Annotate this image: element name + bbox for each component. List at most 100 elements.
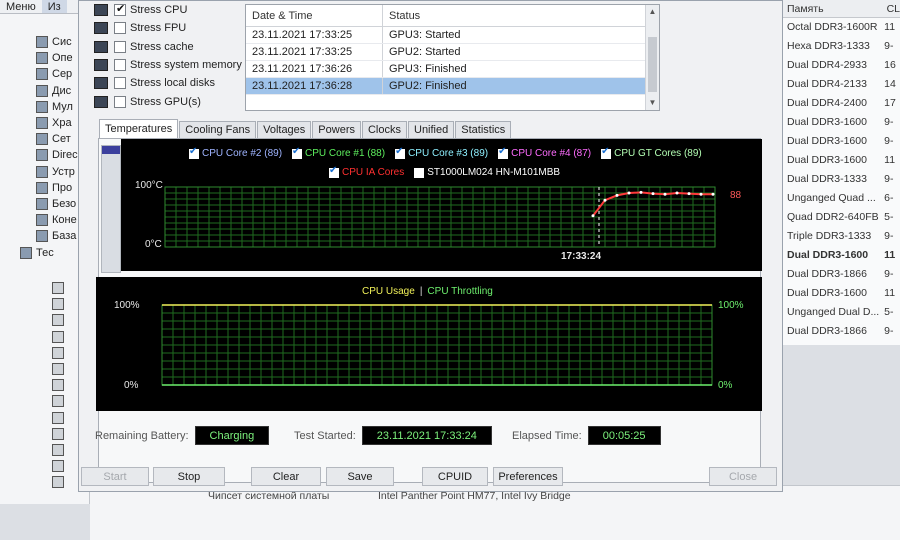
legend-item[interactable]: CPU Core #4 (87)	[498, 146, 591, 159]
log-row[interactable]: 23.11.2021 17:33:25 GPU2: Started	[246, 44, 659, 61]
table-row[interactable]: Hexa DDR3-1333 9-	[783, 37, 900, 56]
column-header-cl[interactable]: CL	[883, 0, 900, 17]
tree-subitem-icon[interactable]	[52, 314, 64, 327]
clear-button[interactable]: Clear	[251, 467, 321, 486]
table-row[interactable]: Triple DDR3-1333 9-	[783, 227, 900, 246]
table-row[interactable]: Dual DDR4-2133 14	[783, 75, 900, 94]
data-point	[603, 198, 607, 202]
tree-subitem-icon[interactable]	[52, 363, 64, 375]
tab-cooling-fans[interactable]: Cooling Fans	[179, 121, 257, 139]
tab-clocks[interactable]: Clocks	[361, 121, 407, 139]
tree-subitem-icon[interactable]	[52, 395, 64, 408]
tab-powers[interactable]: Powers	[312, 121, 361, 139]
close-button[interactable]: Close	[709, 467, 777, 486]
stress-checkbox[interactable]	[114, 95, 126, 108]
table-row[interactable]: Dual DDR3-1600 9-	[783, 132, 900, 151]
tree-item-icon	[36, 149, 48, 162]
legend-item[interactable]: ST1000LM024 HN-M101MBB	[414, 167, 560, 178]
cl-cell: 9-	[884, 135, 894, 147]
table-row[interactable]: Dual DDR3-1600 11	[783, 151, 900, 170]
table-row[interactable]: Dual DDR4-2400 17	[783, 94, 900, 113]
cpuid-button[interactable]: CPUID	[422, 467, 488, 486]
stress-option[interactable]: Stress cache	[94, 38, 194, 56]
tab-temperatures[interactable]: Temperatures	[99, 119, 179, 139]
log-row[interactable]: 23.11.2021 17:33:25 GPU3: Started	[246, 27, 659, 44]
legend-label: CPU Core #1 (88)	[305, 148, 386, 159]
cl-cell: 5-	[884, 306, 894, 318]
table-row[interactable]: Dual DDR3-1333 9-	[783, 170, 900, 189]
tab-unified[interactable]: Unified	[408, 121, 455, 139]
cl-cell: 17	[884, 97, 896, 109]
legend-checkbox[interactable]	[601, 146, 612, 159]
menu-item-favorites[interactable]: Из	[41, 0, 67, 13]
stress-checkbox[interactable]	[114, 58, 126, 71]
stress-option[interactable]: Stress local disks	[94, 74, 215, 92]
table-row[interactable]: Quad DDR2-640FB 5-	[783, 208, 900, 227]
legend-label: ST1000LM024 HN-M101MBB	[427, 167, 561, 178]
tree-subitem-icon[interactable]	[52, 427, 64, 440]
stress-option[interactable]: Stress system memory	[94, 56, 242, 74]
tree-subitem-icon[interactable]	[52, 330, 64, 343]
stress-option[interactable]: Stress CPU	[94, 1, 187, 19]
log-row[interactable]: 23.11.2021 17:36:28 GPU2: Finished	[246, 78, 659, 95]
legend-item[interactable]: CPU Core #2 (89)	[189, 146, 282, 159]
legend-label: CPU IA Cores	[342, 167, 405, 178]
stress-option[interactable]: Stress FPU	[94, 19, 186, 37]
menu-item-menu[interactable]: Меню	[0, 0, 42, 13]
stop-button[interactable]: Stop	[153, 467, 225, 486]
legend-checkbox[interactable]	[414, 167, 425, 178]
temperature-legend-row1: CPU Core #2 (89) CPU Core #1 (88) CPU Core…	[189, 146, 712, 159]
table-row[interactable]: Dual DDR4-2933 16	[783, 56, 900, 75]
scroll-thumb[interactable]	[648, 37, 657, 92]
table-row[interactable]: Dual DDR3-1866 9-	[783, 265, 900, 284]
table-row[interactable]: Dual DDR3-1866 9-	[783, 322, 900, 341]
legend-item[interactable]: CPU IA Cores	[329, 165, 405, 178]
table-row[interactable]: Dual DDR3-1600 11	[783, 246, 900, 265]
log-scrollbar[interactable]: ▲ ▼	[645, 5, 659, 110]
legend-item[interactable]: CPU Core #3 (89)	[395, 146, 488, 159]
preferences-button[interactable]: Preferences	[493, 467, 563, 486]
stress-checkbox[interactable]	[114, 77, 126, 90]
table-row[interactable]: Octal DDR3-1600R 11	[783, 18, 900, 37]
cl-cell: 9-	[884, 116, 894, 128]
stress-checkbox[interactable]	[114, 22, 126, 35]
graph-selector-bar[interactable]	[101, 145, 121, 273]
legend-item[interactable]: CPU Core #1 (88)	[292, 146, 386, 159]
start-button[interactable]: Start	[81, 467, 149, 486]
tree-subitem-icon[interactable]	[52, 298, 64, 311]
legend-checkbox[interactable]	[292, 146, 303, 159]
tree-item-label: Дис	[52, 84, 72, 97]
table-row[interactable]: Unganged Quad ... 6-	[783, 189, 900, 208]
tree-item-icon	[36, 52, 48, 65]
legend-checkbox[interactable]	[329, 165, 339, 178]
table-row[interactable]: Unganged Dual D... 5-	[783, 303, 900, 322]
legend-checkbox[interactable]	[498, 146, 509, 159]
column-header-status[interactable]: Status	[383, 5, 420, 26]
tree-subitem-icon[interactable]	[52, 346, 64, 359]
column-header-datetime[interactable]: Date & Time	[246, 5, 383, 26]
tree-subitem-icon[interactable]	[52, 411, 64, 424]
usage-axis-bottom-left: 0%	[124, 380, 139, 391]
legend-item[interactable]: CPU GT Cores (89)	[601, 146, 702, 159]
tree-subitem-icon[interactable]	[52, 476, 64, 489]
log-row[interactable]: 23.11.2021 17:36:26 GPU3: Finished	[246, 61, 659, 78]
table-row[interactable]: Dual DDR3-1600 9-	[783, 113, 900, 132]
stress-option[interactable]: Stress GPU(s)	[94, 93, 201, 111]
legend-checkbox[interactable]	[189, 146, 199, 159]
tab-statistics[interactable]: Statistics	[455, 121, 512, 139]
tree-subitem-icon[interactable]	[52, 282, 64, 294]
legend-checkbox[interactable]	[395, 146, 406, 159]
scroll-up-icon[interactable]: ▲	[646, 7, 659, 16]
tree-subitem-icon[interactable]	[52, 460, 64, 473]
stress-checkbox[interactable]	[114, 40, 126, 53]
cl-cell: 11	[884, 287, 896, 299]
table-row[interactable]: Dual DDR3-1600 11	[783, 284, 900, 303]
scroll-down-icon[interactable]: ▼	[646, 98, 659, 107]
save-button[interactable]: Save	[326, 467, 394, 486]
memory-cell: Hexa DDR3-1333	[787, 40, 870, 52]
tree-subitem-icon[interactable]	[52, 444, 64, 456]
tree-subitem-icon[interactable]	[52, 379, 64, 392]
column-header-memory[interactable]: Память	[783, 0, 883, 17]
stress-checkbox[interactable]	[114, 2, 126, 16]
tab-voltages[interactable]: Voltages	[257, 121, 312, 139]
